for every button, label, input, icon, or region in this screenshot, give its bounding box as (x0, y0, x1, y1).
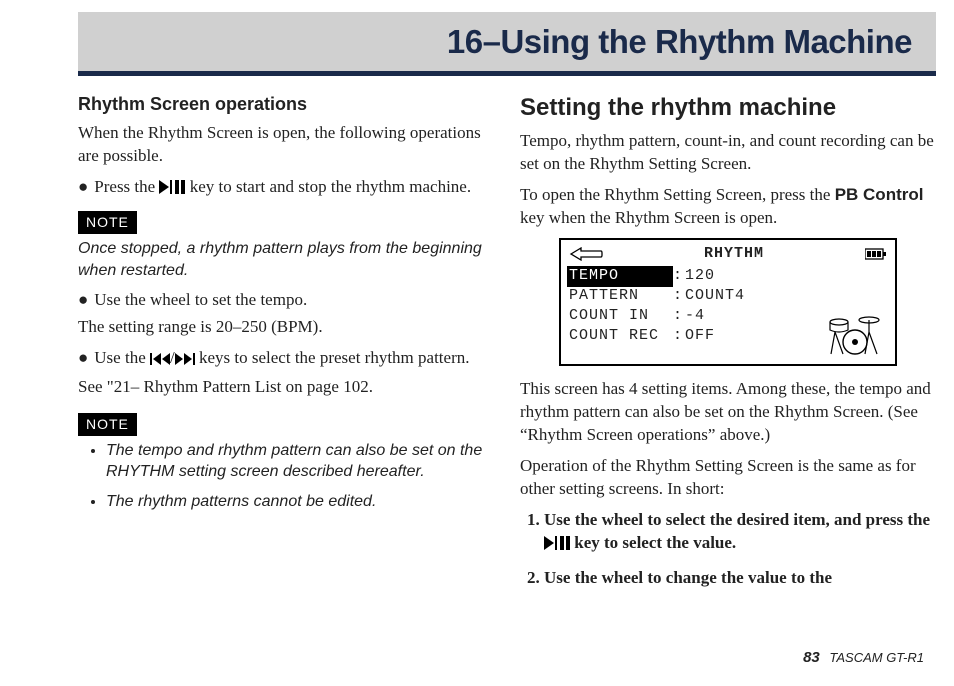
page-number: 83 (803, 649, 820, 666)
paragraph: The setting range is 20–250 (BPM). (78, 316, 494, 339)
note-badge: NOTE (78, 211, 137, 234)
paragraph: When the Rhythm Screen is open, the foll… (78, 122, 494, 168)
note-text: Once stopped, a rhythm pattern plays fro… (78, 238, 494, 281)
lcd-colon: : (673, 266, 685, 286)
text: key when the Rhythm Screen is open. (520, 208, 777, 227)
list-item: The rhythm patterns cannot be edited. (106, 491, 494, 513)
lcd-row-tempo: TEMPO : 120 (567, 266, 889, 286)
bullet-item: ● Press the key to start and stop the rh… (78, 176, 494, 201)
step-item: Use the wheel to change the value to the (544, 567, 936, 590)
bullet-dot-icon: ● (78, 347, 88, 372)
lcd-label: COUNT REC (567, 326, 673, 346)
lcd-value: 120 (685, 266, 889, 286)
content-columns: Rhythm Screen operations When the Rhythm… (78, 92, 936, 628)
paragraph: This screen has 4 setting items. Among t… (520, 378, 936, 447)
bullet-dot-icon: ● (78, 289, 88, 312)
key-label-pb-control: PB Control (835, 185, 924, 204)
rewind-icon (150, 349, 170, 372)
page-footer: 83 TASCAM GT-R1 (803, 649, 924, 666)
right-column: Setting the rhythm machine Tempo, rhythm… (520, 92, 936, 628)
bullet-item: ● Use the wheel to set the tempo. (78, 289, 494, 312)
play-pause-icon (544, 534, 570, 557)
chapter-title: 16–Using the Rhythm Machine (447, 23, 912, 61)
lcd-title: RHYTHM (609, 244, 859, 264)
paragraph: Operation of the Rhythm Setting Screen i… (520, 455, 936, 501)
paragraph: Tempo, rhythm pattern, count-in, and cou… (520, 130, 936, 176)
bullet-dot-icon: ● (78, 176, 88, 201)
section-heading-setting: Setting the rhythm machine (520, 92, 936, 124)
note-badge: NOTE (78, 413, 137, 436)
list-item: The tempo and rhythm pattern can also be… (106, 440, 494, 483)
step-item: Use the wheel to select the desired item… (544, 509, 936, 557)
text: Use the (94, 348, 150, 367)
lcd-titlebar: RHYTHM (567, 244, 889, 266)
battery-icon (865, 248, 887, 260)
paragraph: To open the Rhythm Setting Screen, press… (520, 184, 936, 230)
text: keys to select the preset rhythm pattern… (199, 348, 470, 367)
lcd-colon: : (673, 306, 685, 326)
paragraph: See "21– Rhythm Pattern List on page 102… (78, 376, 494, 399)
section-heading-rhythm-ops: Rhythm Screen operations (78, 92, 494, 116)
product-name: TASCAM GT-R1 (829, 650, 924, 665)
numbered-steps: Use the wheel to select the desired item… (520, 509, 936, 590)
note-bullet-list: The tempo and rhythm pattern can also be… (78, 440, 494, 513)
lcd-label: PATTERN (567, 286, 673, 306)
lcd-label: COUNT IN (567, 306, 673, 326)
chapter-header-bar: 16–Using the Rhythm Machine (78, 12, 936, 76)
lcd-colon: : (673, 286, 685, 306)
text: To open the Rhythm Setting Screen, press… (520, 185, 835, 204)
play-pause-icon (159, 178, 185, 201)
lcd-row-pattern: PATTERN : COUNT4 (567, 286, 889, 306)
text: Use the wheel to set the tempo. (94, 289, 494, 312)
text: key to start and stop the rhythm machine… (190, 177, 471, 196)
text: key to select the value. (570, 533, 736, 552)
lcd-label: TEMPO (567, 266, 673, 286)
drum-kit-icon (825, 312, 885, 356)
text: Use the wheel to select the desired item… (544, 510, 930, 529)
left-column: Rhythm Screen operations When the Rhythm… (78, 92, 494, 628)
fast-forward-icon (175, 349, 195, 372)
lcd-back-arrow-icon (569, 247, 603, 261)
lcd-screenshot: RHYTHM TEMPO : 120 PATTERN : COUNT4 COUN… (559, 238, 897, 366)
bullet-item: ● Use the / keys to select the preset rh… (78, 347, 494, 372)
lcd-value: COUNT4 (685, 286, 889, 306)
text: Press the (94, 177, 159, 196)
lcd-colon: : (673, 326, 685, 346)
